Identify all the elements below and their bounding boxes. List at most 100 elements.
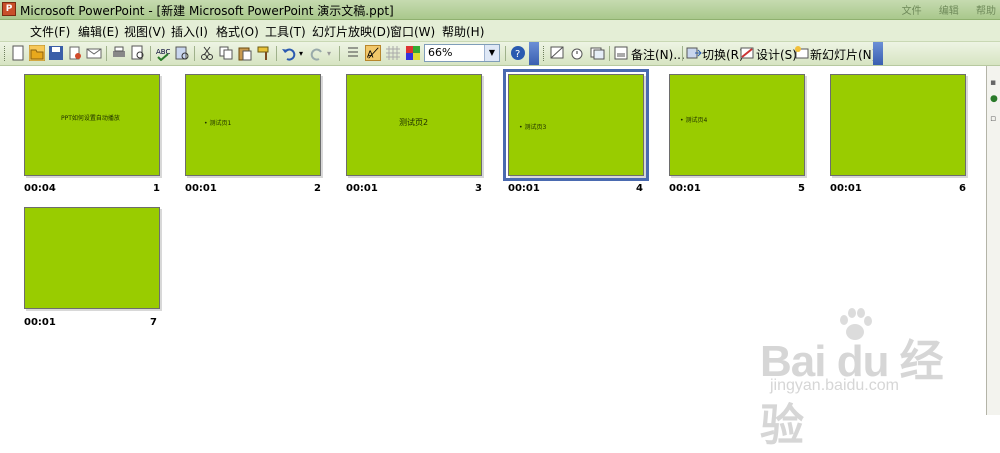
menu-tools[interactable]: 工具(T): [265, 23, 306, 40]
notes-button[interactable]: 备注(N)...: [631, 46, 685, 63]
window-controls: 文件 编辑 帮助: [888, 2, 996, 17]
window-control-3[interactable]: 帮助: [976, 6, 996, 17]
new-slide-button[interactable]: 新幻灯片(N): [810, 46, 876, 63]
toolbar-separator: [505, 46, 506, 61]
toolbar-separator: [609, 46, 610, 61]
color-grayscale-icon[interactable]: [405, 45, 421, 61]
slide-bullet-text: • 测试页1: [204, 120, 232, 127]
rehearse-timings-icon[interactable]: [569, 45, 585, 61]
slide-bullet-text: • 测试页4: [680, 117, 708, 124]
slide-number: 3: [475, 183, 482, 194]
slide-timing: 00:01: [24, 317, 56, 328]
slide-number: 5: [798, 183, 805, 194]
baidu-watermark: Bai du 经验 jingyan.baidu.com: [760, 305, 985, 450]
standard-toolbar: ABC ▾ ▾ A 66% ▼ ? 备注(N)... 切换(R) 设计(S) 新…: [0, 42, 1000, 66]
task-pane-marker: ●: [990, 94, 998, 104]
toolbar-separator: [150, 46, 151, 61]
format-painter-icon[interactable]: [256, 45, 272, 61]
toolbar-separator: [339, 46, 340, 61]
toolbar-separator: [682, 46, 683, 61]
toolbar-separator: [106, 46, 107, 61]
title-bar: P Microsoft PowerPoint - [新建 Microsoft P…: [0, 0, 1000, 20]
task-pane-marker: ▪: [990, 78, 997, 88]
new-slide-icon[interactable]: [794, 45, 810, 61]
notes-icon[interactable]: [613, 45, 629, 61]
toolbar-options-icon[interactable]: [873, 42, 883, 65]
slide-number: 4: [636, 183, 643, 194]
new-document-icon[interactable]: [10, 45, 26, 61]
slide-timing: 00:01: [185, 183, 217, 194]
slide-thumbnail-3[interactable]: 测试页2: [346, 74, 482, 176]
toolbar-grip[interactable]: [543, 46, 546, 61]
undo-icon[interactable]: [281, 45, 297, 61]
menu-insert[interactable]: 插入(I): [171, 23, 208, 40]
watermark-url: jingyan.baidu.com: [770, 377, 899, 394]
svg-text:?: ?: [515, 49, 520, 60]
slide-number: 7: [150, 317, 157, 328]
slide-timing: 00:01: [669, 183, 701, 194]
window-title: Microsoft PowerPoint - [新建 Microsoft Pow…: [20, 4, 394, 18]
menu-slideshow[interactable]: 幻灯片放映(D): [312, 23, 391, 40]
slide-bullet-text: • 测试页3: [519, 124, 547, 131]
slide-thumbnail-4[interactable]: • 测试页3: [503, 69, 649, 181]
transition-icon[interactable]: [686, 45, 702, 61]
undo-dropdown-icon[interactable]: ▾: [299, 49, 303, 58]
design-button[interactable]: 设计(S): [756, 46, 797, 63]
chevron-down-icon[interactable]: ▼: [484, 45, 499, 61]
open-folder-icon[interactable]: [29, 45, 45, 61]
slide-thumbnail-6[interactable]: [830, 74, 966, 176]
menu-bar: 文件(F) 编辑(E) 视图(V) 插入(I) 格式(O) 工具(T) 幻灯片放…: [0, 20, 1000, 42]
spelling-icon[interactable]: ABC: [155, 45, 171, 61]
slide-number: 2: [314, 183, 321, 194]
transition-button[interactable]: 切换(R): [702, 46, 744, 63]
toolbar-grip[interactable]: [4, 46, 7, 61]
menu-file[interactable]: 文件(F): [30, 23, 70, 40]
slide-thumbnail-2[interactable]: • 测试页1: [185, 74, 321, 176]
zoom-select[interactable]: 66% ▼: [424, 44, 500, 62]
hide-slide-icon[interactable]: [549, 45, 565, 61]
window-control-2[interactable]: 编辑: [939, 6, 959, 17]
task-pane-edge[interactable]: ▪ ● ▫: [986, 66, 1000, 415]
slide-thumbnail-7[interactable]: [24, 207, 160, 309]
save-icon[interactable]: [48, 45, 64, 61]
slide-timing: 00:01: [346, 183, 378, 194]
menu-format[interactable]: 格式(O): [216, 23, 259, 40]
slide-timing: 00:01: [830, 183, 862, 194]
copy-icon[interactable]: [218, 45, 234, 61]
help-icon[interactable]: ?: [510, 45, 526, 61]
window-control-1[interactable]: 文件: [902, 6, 922, 17]
print-icon[interactable]: [111, 45, 127, 61]
paste-icon[interactable]: [237, 45, 253, 61]
summary-slide-icon[interactable]: [589, 45, 605, 61]
slide-timing: 00:01: [508, 183, 540, 194]
svg-text:A: A: [367, 49, 374, 60]
zoom-value: 66%: [428, 46, 453, 59]
slide-thumbnail-5[interactable]: • 测试页4: [669, 74, 805, 176]
print-preview-icon[interactable]: [130, 45, 146, 61]
powerpoint-app-icon[interactable]: P: [2, 2, 16, 16]
slide-thumbnail-1[interactable]: PPT如何设置自动播放: [24, 74, 160, 176]
show-formatting-icon[interactable]: A: [365, 45, 381, 61]
email-icon[interactable]: [86, 45, 102, 61]
slide-number: 6: [959, 183, 966, 194]
task-pane-marker: ▫: [990, 114, 997, 124]
permission-icon[interactable]: [67, 45, 83, 61]
menu-edit[interactable]: 编辑(E): [78, 23, 119, 40]
expand-all-icon[interactable]: [345, 45, 361, 61]
slide-number: 1: [153, 183, 160, 194]
menu-help[interactable]: 帮助(H): [442, 23, 484, 40]
toolbar-separator: [276, 46, 277, 61]
toolbar-options-icon[interactable]: [529, 42, 539, 65]
cut-icon[interactable]: [199, 45, 215, 61]
menu-view[interactable]: 视图(V): [124, 23, 166, 40]
design-icon[interactable]: [739, 45, 755, 61]
toolbar-separator: [194, 46, 195, 61]
grid-icon[interactable]: [385, 45, 401, 61]
slide-timing: 00:04: [24, 183, 56, 194]
redo-dropdown-icon[interactable]: ▾: [327, 49, 331, 58]
menu-window[interactable]: 窗口(W): [390, 23, 435, 40]
slide-title-text: PPT如何设置自动播放: [61, 115, 120, 122]
slide-center-text: 测试页2: [399, 118, 429, 127]
redo-icon[interactable]: [309, 45, 325, 61]
research-icon[interactable]: [174, 45, 190, 61]
